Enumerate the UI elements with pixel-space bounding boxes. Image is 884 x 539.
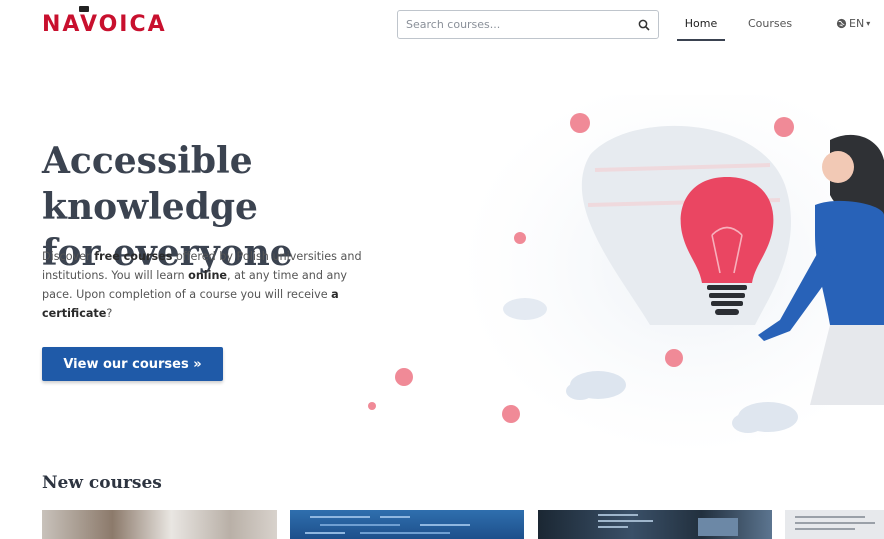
chevron-down-icon: ▾ xyxy=(866,19,871,28)
hero-text-bold: online xyxy=(188,269,228,282)
nav-courses[interactable]: Courses xyxy=(748,17,792,30)
course-thumbnail xyxy=(598,514,738,536)
graduation-cap-icon xyxy=(79,6,89,12)
logo-text: NAVOICA xyxy=(42,12,167,37)
nav-home[interactable]: Home xyxy=(677,17,725,41)
course-card[interactable] xyxy=(538,510,772,539)
language-selector[interactable]: EN ▾ xyxy=(836,17,870,30)
new-courses-heading: New courses xyxy=(42,473,162,493)
navoica-logo[interactable]: NAVOICA xyxy=(42,6,167,37)
course-thumbnail xyxy=(795,516,875,530)
search-input[interactable] xyxy=(398,11,630,38)
hero-description: Discover free courses offered by Polish … xyxy=(42,247,362,323)
language-label: EN xyxy=(849,17,865,30)
course-card[interactable] xyxy=(785,510,884,539)
globe-icon xyxy=(836,18,847,29)
search-icon[interactable] xyxy=(630,11,658,38)
hero-text-part: ? xyxy=(106,307,113,320)
search-box[interactable] xyxy=(397,10,659,39)
hero-text-part: Discover xyxy=(42,250,95,263)
course-card[interactable] xyxy=(290,510,524,539)
view-courses-button[interactable]: View our courses » xyxy=(42,347,223,381)
hero-title-line1: Accessible knowledge xyxy=(42,140,258,228)
course-thumbnail xyxy=(305,516,470,534)
hero-text-bold: free courses xyxy=(94,250,173,263)
course-card[interactable] xyxy=(42,510,277,539)
